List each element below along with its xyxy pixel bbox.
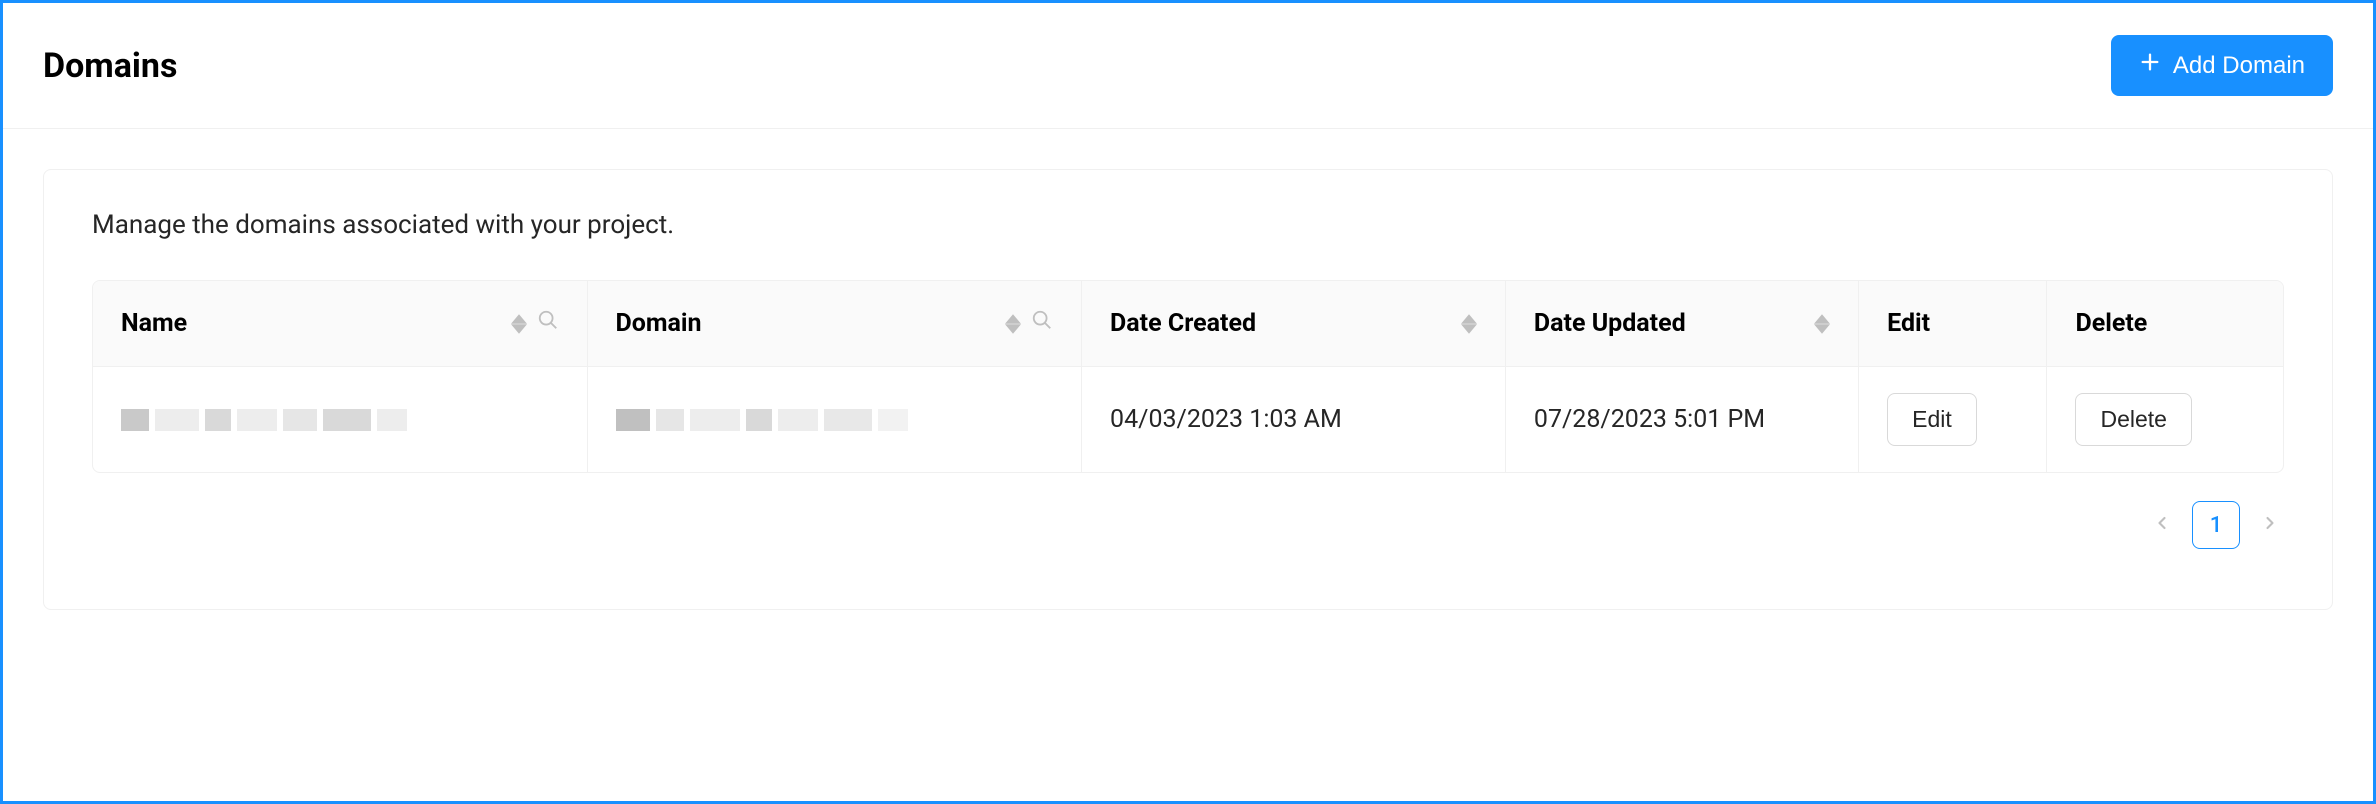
cell-domain (588, 367, 1083, 472)
cell-date-updated: 07/28/2023 5:01 PM (1506, 367, 1859, 472)
column-label: Date Updated (1534, 309, 1806, 338)
pagination-next[interactable] (2260, 513, 2280, 537)
column-label: Delete (2075, 309, 2147, 338)
column-label: Name (121, 309, 503, 338)
sort-icon[interactable] (1005, 314, 1021, 334)
domains-card: Manage the domains associated with your … (43, 169, 2333, 610)
column-header-edit: Edit (1859, 281, 2047, 367)
pagination: 1 (92, 501, 2284, 549)
table-header-row: Name Domain (93, 281, 2283, 367)
sort-icon[interactable] (511, 314, 527, 334)
add-domain-button[interactable]: Add Domain (2111, 35, 2333, 96)
sort-icon[interactable] (1814, 314, 1830, 334)
page-header: Domains Add Domain (3, 3, 2373, 129)
column-label: Edit (1887, 309, 1930, 338)
column-header-name[interactable]: Name (93, 281, 588, 367)
column-header-date-updated[interactable]: Date Updated (1506, 281, 1859, 367)
chevron-left-icon (2152, 513, 2172, 537)
search-icon[interactable] (537, 309, 559, 338)
column-label: Domain (616, 309, 998, 338)
card-description: Manage the domains associated with your … (92, 210, 2284, 240)
plus-icon (2139, 51, 2161, 80)
pagination-prev[interactable] (2152, 513, 2172, 537)
pagination-page-1[interactable]: 1 (2192, 501, 2240, 549)
column-header-domain[interactable]: Domain (588, 281, 1083, 367)
chevron-right-icon (2260, 513, 2280, 537)
cell-delete: Delete (2047, 367, 2283, 472)
column-header-delete: Delete (2047, 281, 2283, 367)
cell-edit: Edit (1859, 367, 2047, 472)
sort-icon[interactable] (1461, 314, 1477, 334)
add-domain-label: Add Domain (2173, 52, 2305, 80)
delete-button[interactable]: Delete (2075, 393, 2191, 446)
column-header-date-created[interactable]: Date Created (1082, 281, 1506, 367)
column-label: Date Created (1110, 309, 1453, 338)
search-icon[interactable] (1031, 309, 1053, 338)
cell-name (93, 367, 588, 472)
edit-button[interactable]: Edit (1887, 393, 1977, 446)
redacted-content (121, 409, 559, 431)
page-title: Domains (43, 46, 177, 86)
table-row: 04/03/2023 1:03 AM 07/28/2023 5:01 PM Ed… (93, 367, 2283, 472)
domains-table: Name Domain (92, 280, 2284, 473)
cell-date-created: 04/03/2023 1:03 AM (1082, 367, 1506, 472)
redacted-content (616, 409, 1054, 431)
